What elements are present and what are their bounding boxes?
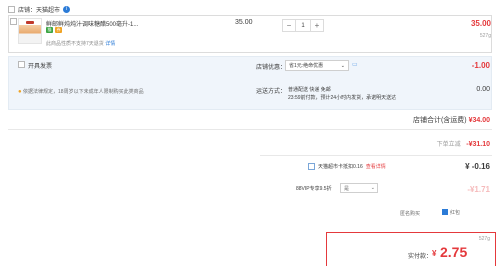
store-promo-label: 店铺优惠： <box>256 65 287 71</box>
item-weight: 527g <box>479 33 491 39</box>
store-total-amount: ¥34.00 <box>468 117 490 124</box>
invoice-label: 开具发票 <box>28 64 53 70</box>
divider <box>260 155 492 156</box>
shipping-detail: 普通配送 快递 免邮 23:59前付款，预计24小时内发货，承诺明天送达 <box>288 86 396 102</box>
message-icon[interactable]: ▭ <box>352 61 358 68</box>
quantity-decrease-button[interactable]: − <box>283 20 295 31</box>
invoice-checkbox[interactable] <box>18 61 25 68</box>
store-header: 店铺：天猫超市 i <box>8 4 71 14</box>
divider <box>8 129 492 130</box>
tmall-card-details-link[interactable]: 查看详情 <box>366 164 386 170</box>
order-discount-amount: -¥31.10 <box>466 141 490 148</box>
chevron-down-icon: ⌄ <box>340 62 345 69</box>
store-total-label: 店铺合计(含运费) <box>412 117 467 124</box>
quantity-stepper: − 1 + <box>282 19 324 32</box>
tmall-card-label: 天猫超市卡抵扣0.16 查看详情 <box>318 163 386 170</box>
vip-discount-amount: -¥1.71 <box>467 185 490 194</box>
store-promo-amount: -1.00 <box>471 61 490 70</box>
vip-discount-value: 是 <box>344 185 350 192</box>
actual-payment-label: 实付款： <box>408 254 433 260</box>
item-checkbox[interactable] <box>10 18 17 25</box>
age-restriction-note: ● 依据法律规定，18周岁以下未成年人限制购买此类商品 <box>18 88 144 95</box>
total-weight: 527g <box>478 236 490 242</box>
shipping-fee: 0.00 <box>476 86 490 93</box>
item-subtotal: 35.00 <box>470 19 491 28</box>
currency-symbol: ¥ <box>432 249 437 258</box>
tmall-tag: 猫 <box>46 27 53 33</box>
store-promo-value: 省1元:绝命优惠 <box>289 63 324 69</box>
store-info-icon[interactable]: i <box>63 5 71 13</box>
red-packet-checkbox[interactable] <box>442 209 448 215</box>
store-name: 店铺：天猫超市 <box>18 7 61 14</box>
return-policy-note: 此商品性质不支持7天退货 详情 <box>46 40 115 47</box>
location-pin-icon: ● <box>18 89 22 95</box>
store-total: 店铺合计(含运费) ¥34.00 <box>350 115 490 125</box>
shipping-method: 普通配送 快递 免邮 <box>288 87 331 93</box>
vip-discount-select[interactable]: 是 ⌄ <box>340 183 378 193</box>
store-checkbox[interactable] <box>8 5 15 13</box>
chevron-down-icon: ⌄ <box>370 185 375 191</box>
tmall-card-text: 天猫超市卡抵扣0.16 <box>318 164 363 170</box>
quantity-increase-button[interactable]: + <box>311 20 323 31</box>
quantity-input[interactable]: 1 <box>295 20 311 31</box>
return-policy-link[interactable]: 详情 <box>105 41 115 47</box>
order-discount-label: 下单立减 <box>436 142 461 148</box>
unit-price: 35.00 <box>235 19 253 26</box>
tmall-card-amount: ¥ -0.16 <box>465 162 490 171</box>
return-policy-text: 此商品性质不支持7天退货 <box>46 41 104 47</box>
shipping-eta: 23:59前付款，预计24小时内发货，承诺明天送达 <box>288 95 397 101</box>
product-bottle-cap-icon <box>26 21 34 24</box>
store-promo-select[interactable]: 省1元:绝命优惠 ⌄ <box>285 60 349 71</box>
anonymous-option-label[interactable]: 匿名购买 <box>400 210 420 217</box>
tmall-card-checkbox[interactable] <box>308 163 315 170</box>
red-packet-label: 红包 <box>450 210 461 216</box>
actual-payment-amount: 2.75 <box>440 244 468 260</box>
order-discount-row: 下单立减 -¥31.10 <box>330 139 490 148</box>
shipping-label: 运送方式： <box>256 89 287 95</box>
age-restriction-text: 依据法律规定，18周岁以下未成年人限制购买此类商品 <box>23 89 144 95</box>
vip-discount-label: 88VIP专享9.5折 <box>296 186 332 192</box>
coupon-tag: 券 <box>55 27 62 33</box>
